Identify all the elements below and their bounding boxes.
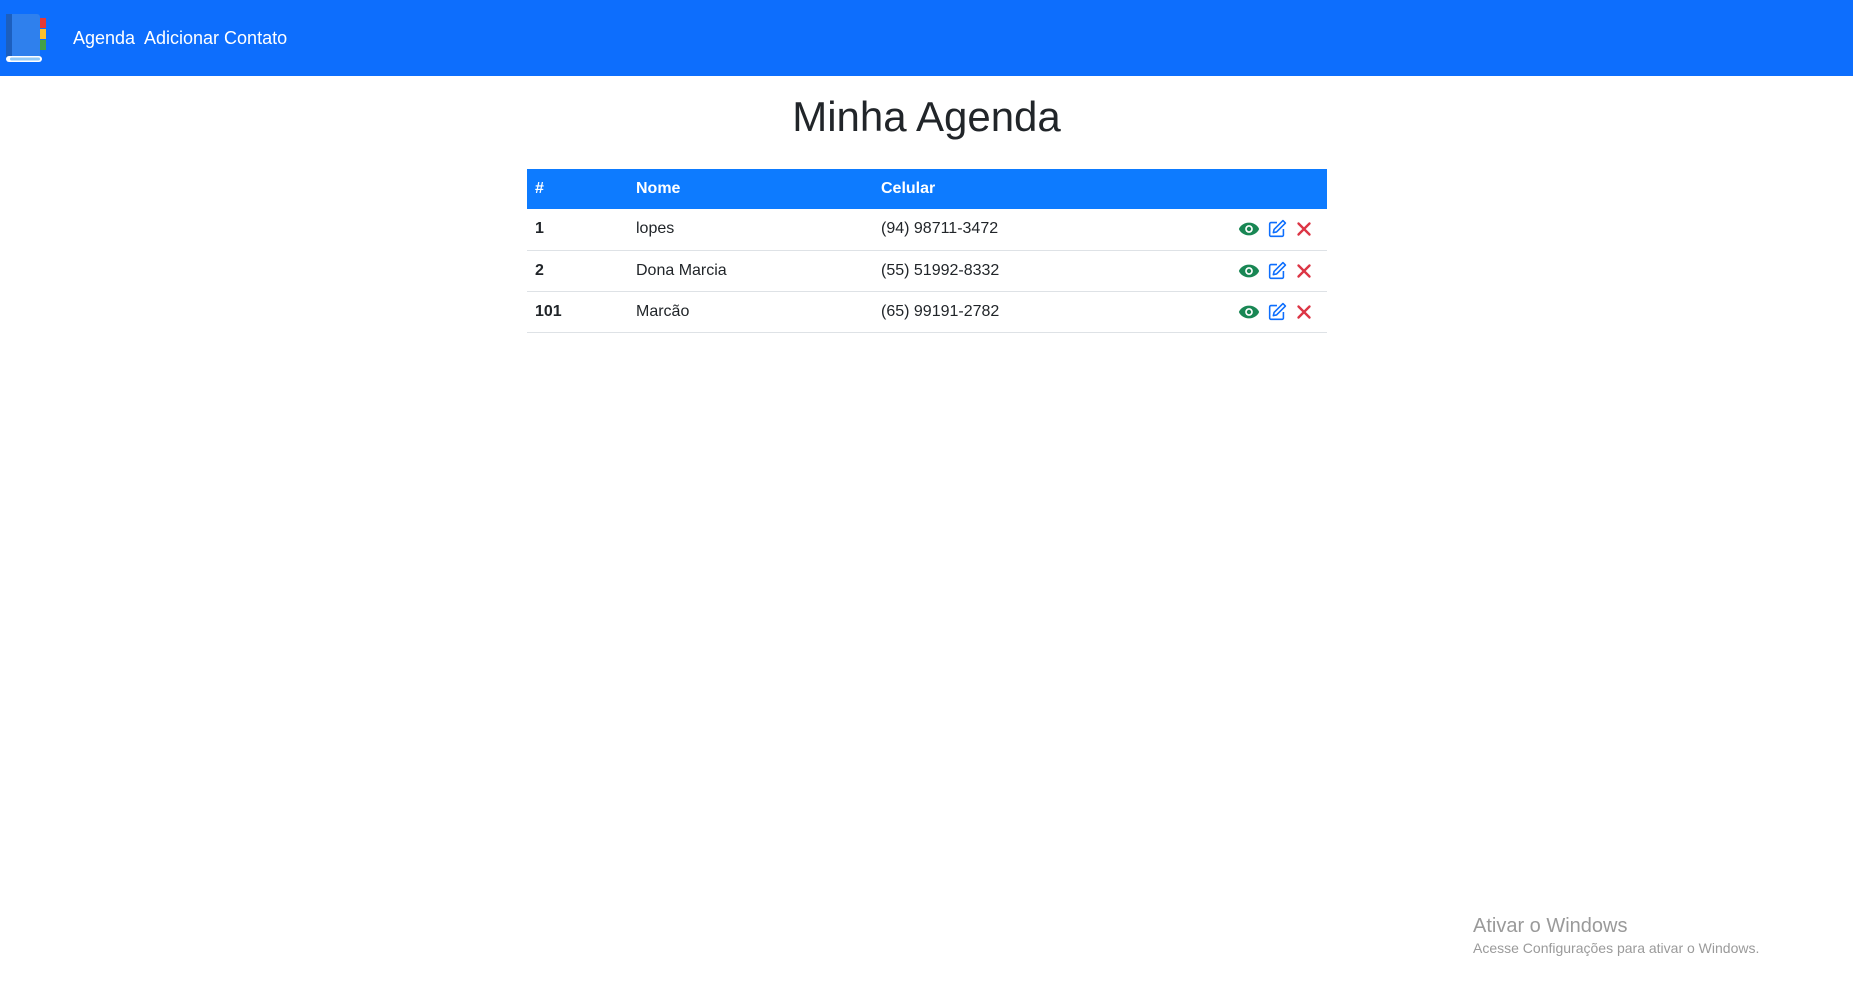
cell-celular: (55) 51992-8332 <box>881 261 1000 279</box>
table-row: 101 Marcão (65) 99191-2782 <box>527 291 1327 332</box>
table-header-row: # Nome Celular <box>527 169 1327 209</box>
nav-link-adicionar-contato[interactable]: Adicionar Contato <box>144 28 287 49</box>
watermark-subtitle: Acesse Configurações para ativar o Windo… <box>1473 940 1760 956</box>
header-celular: Celular <box>881 180 936 197</box>
cell-celular: (65) 99191-2782 <box>881 302 1000 320</box>
row-actions <box>1181 209 1327 250</box>
contacts-table: # Nome Celular 1 lopes (94) 98711-3472 2… <box>527 169 1327 333</box>
eye-icon[interactable] <box>1238 301 1260 323</box>
edit-icon[interactable] <box>1266 260 1288 282</box>
header-actions <box>1181 169 1327 209</box>
edit-icon[interactable] <box>1266 301 1288 323</box>
eye-icon[interactable] <box>1238 218 1260 240</box>
header-id: # <box>535 180 544 197</box>
nav-link-agenda[interactable]: Agenda <box>73 28 135 49</box>
row-actions <box>1181 291 1327 332</box>
address-book-icon[interactable] <box>2 12 48 64</box>
header-nome: Nome <box>636 180 681 197</box>
close-icon[interactable] <box>1293 218 1315 240</box>
navbar: Agenda Adicionar Contato <box>0 0 1853 76</box>
close-icon[interactable] <box>1293 260 1315 282</box>
eye-icon[interactable] <box>1238 260 1260 282</box>
cell-nome: lopes <box>636 220 675 238</box>
cell-nome: Dona Marcia <box>636 261 727 279</box>
cell-id: 101 <box>535 302 562 320</box>
cell-nome: Marcão <box>636 302 690 320</box>
cell-id: 1 <box>535 220 544 238</box>
page-title: Minha Agenda <box>792 93 1061 140</box>
close-icon[interactable] <box>1293 301 1315 323</box>
cell-celular: (94) 98711-3472 <box>881 220 999 238</box>
edit-icon[interactable] <box>1266 218 1288 240</box>
table-row: 1 lopes (94) 98711-3472 <box>527 209 1327 250</box>
windows-activation-watermark: Ativar o Windows Acesse Configurações pa… <box>1473 914 1759 958</box>
table-row: 2 Dona Marcia (55) 51992-8332 <box>527 250 1327 291</box>
cell-id: 2 <box>535 261 544 279</box>
watermark-title: Ativar o Windows <box>1473 915 1628 937</box>
row-actions <box>1181 250 1327 291</box>
